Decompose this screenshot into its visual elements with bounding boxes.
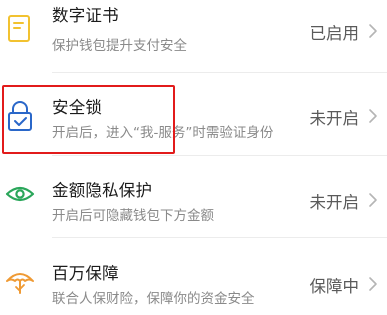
setting-title: 金额隐私保护 — [52, 181, 153, 200]
chevron-right-icon — [368, 276, 378, 292]
chevron-right-icon — [368, 23, 378, 39]
setting-status: 已启用 — [309, 24, 360, 43]
lock-icon — [3, 99, 37, 133]
settings-row-amount-privacy[interactable]: 金额隐私保护 开启后可隐藏钱包下方金额 未开启 — [0, 155, 387, 233]
chevron-right-icon — [368, 108, 378, 124]
eye-icon — [3, 177, 37, 211]
setting-status: 未开启 — [309, 193, 360, 212]
umbrella-icon — [3, 266, 37, 300]
settings-row-security-lock[interactable]: 安全锁 开启后，进入“我-服务”时需验证身份 未开启 — [0, 70, 387, 148]
setting-description: 联合人保财险，保障你的资金安全 — [52, 291, 255, 307]
settings-row-digital-certificate[interactable]: 数字证书 保护钱包提升支付安全 已启用 — [0, 0, 387, 70]
setting-description: 保护钱包提升支付安全 — [52, 38, 187, 54]
setting-status: 保障中 — [309, 277, 360, 296]
setting-status: 未开启 — [309, 109, 360, 128]
setting-title: 安全锁 — [52, 98, 103, 117]
security-settings-list: 数字证书 保护钱包提升支付安全 已启用 安全锁 开启后，进入“我-服务”时需验证… — [0, 0, 387, 312]
setting-title: 百万保障 — [52, 264, 119, 283]
setting-description: 开启后，进入“我-服务”时需验证身份 — [52, 125, 274, 141]
certificate-icon — [3, 12, 37, 46]
settings-row-million-protection[interactable]: 百万保障 联合人保财险，保障你的资金安全 保障中 — [0, 237, 387, 315]
setting-title: 数字证书 — [52, 6, 119, 25]
chevron-right-icon — [368, 192, 378, 208]
setting-description: 开启后可隐藏钱包下方金额 — [52, 208, 214, 224]
